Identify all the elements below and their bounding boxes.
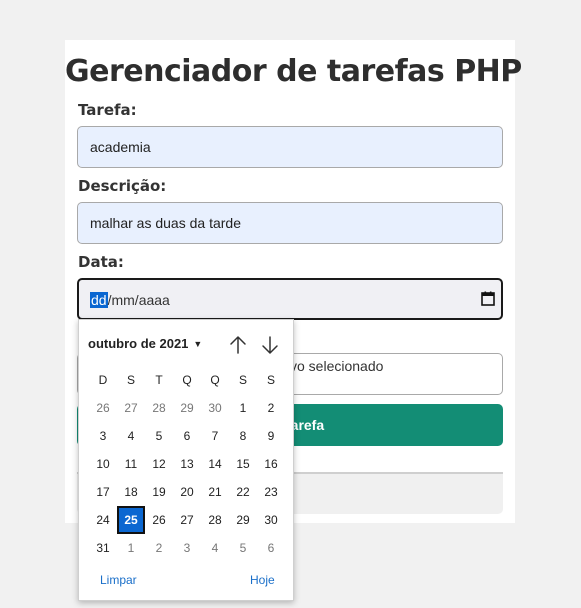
calendar-day[interactable]: 28 [145,394,173,422]
arrow-up-icon [230,336,246,354]
month-year-label: outubro de 2021 [88,336,189,351]
calendar-day[interactable]: 20 [173,478,201,506]
calendar-day[interactable]: 30 [201,394,229,422]
calendar-day[interactable]: 14 [201,450,229,478]
calendar-day[interactable]: 24 [89,506,117,534]
tarefa-input[interactable]: academia [77,126,503,168]
calendar-day[interactable]: 4 [117,422,145,450]
page-title: Gerenciador de tarefas PHP [65,54,522,89]
calendar-day[interactable]: 1 [117,534,145,562]
calendar-day[interactable]: 3 [173,534,201,562]
date-day-segment[interactable]: dd [90,292,108,308]
calendar-day[interactable]: 7 [201,422,229,450]
calendar-day[interactable]: 6 [173,422,201,450]
descricao-input[interactable]: malhar as duas da tarde [77,202,503,244]
next-month-button[interactable] [259,334,281,356]
month-year-select[interactable]: outubro de 2021 ▼ [88,336,202,351]
date-month-segment[interactable]: mm [111,292,134,308]
calendar-day[interactable]: 30 [257,506,285,534]
calendar-day[interactable]: 8 [229,422,257,450]
calendar-day[interactable]: 17 [89,478,117,506]
data-label: Data: [78,253,124,271]
calendar-day[interactable]: 26 [89,394,117,422]
weekday-label: Q [182,373,192,387]
descricao-label: Descrição: [78,177,167,195]
date-input[interactable]: dd/mm/aaaa [77,278,503,320]
weekday-label: Q [210,373,220,387]
calendar-day[interactable]: 21 [201,478,229,506]
date-value: dd/mm/aaaa [90,292,170,308]
calendar-day[interactable]: 15 [229,450,257,478]
clear-button[interactable]: Limpar [100,573,137,587]
calendar-day[interactable]: 9 [257,422,285,450]
calendar-week-row: 17 18 19 20 21 22 23 [89,478,285,506]
calendar-week-row: 26 27 28 29 30 1 2 [89,394,285,422]
weekday-header: DSTQQSS [89,366,285,394]
file-status-text: vo selecionado [290,358,384,374]
calendar-day[interactable]: 22 [229,478,257,506]
calendar-day[interactable]: 29 [229,506,257,534]
previous-month-button[interactable] [227,334,249,356]
calendar-day[interactable]: 5 [145,422,173,450]
calendar-day[interactable]: 6 [257,534,285,562]
calendar-day[interactable]: 13 [173,450,201,478]
calendar-day[interactable]: 31 [89,534,117,562]
calendar-day[interactable]: 10 [89,450,117,478]
calendar-day[interactable]: 26 [145,506,173,534]
calendar-day[interactable]: 29 [173,394,201,422]
calendar-week-row: 24 25 26 27 28 29 30 [89,506,285,534]
arrow-down-icon [262,336,278,354]
calendar-day[interactable]: 19 [145,478,173,506]
tarefa-label: Tarefa: [78,101,137,119]
calendar-day[interactable]: 4 [201,534,229,562]
calendar-day[interactable]: 1 [229,394,257,422]
calendar-day[interactable]: 12 [145,450,173,478]
calendar-day[interactable]: 2 [145,534,173,562]
calendar-day[interactable]: 23 [257,478,285,506]
weekday-label: D [98,373,108,387]
calendar-day[interactable]: 16 [257,450,285,478]
date-picker-popup: outubro de 2021 ▼ DSTQQSS 26 27 28 29 30 1 2 3 4 5… [78,319,294,601]
calendar-day[interactable]: 5 [229,534,257,562]
calendar-day[interactable]: 11 [117,450,145,478]
calendar-day[interactable]: 3 [89,422,117,450]
calendar-day[interactable]: 27 [173,506,201,534]
weekday-label: S [266,373,275,387]
calendar-day-selected[interactable]: 25 [117,506,145,534]
calendar-icon[interactable] [481,291,495,311]
calendar-day[interactable]: 2 [257,394,285,422]
date-year-segment[interactable]: aaaa [139,292,170,308]
calendar-day[interactable]: 28 [201,506,229,534]
caret-down-icon: ▼ [193,339,203,349]
calendar-week-row: 31 1 2 3 4 5 6 [89,534,285,562]
today-button[interactable]: Hoje [250,573,275,587]
calendar-day[interactable]: 18 [117,478,145,506]
calendar-week-row: 3456789 [89,422,285,450]
weekday-label: T [155,373,163,387]
weekday-label: S [126,373,135,387]
calendar-week-row: 10 11 12 13 14 15 16 [89,450,285,478]
calendar-day[interactable]: 27 [117,394,145,422]
weekday-label: S [238,373,247,387]
